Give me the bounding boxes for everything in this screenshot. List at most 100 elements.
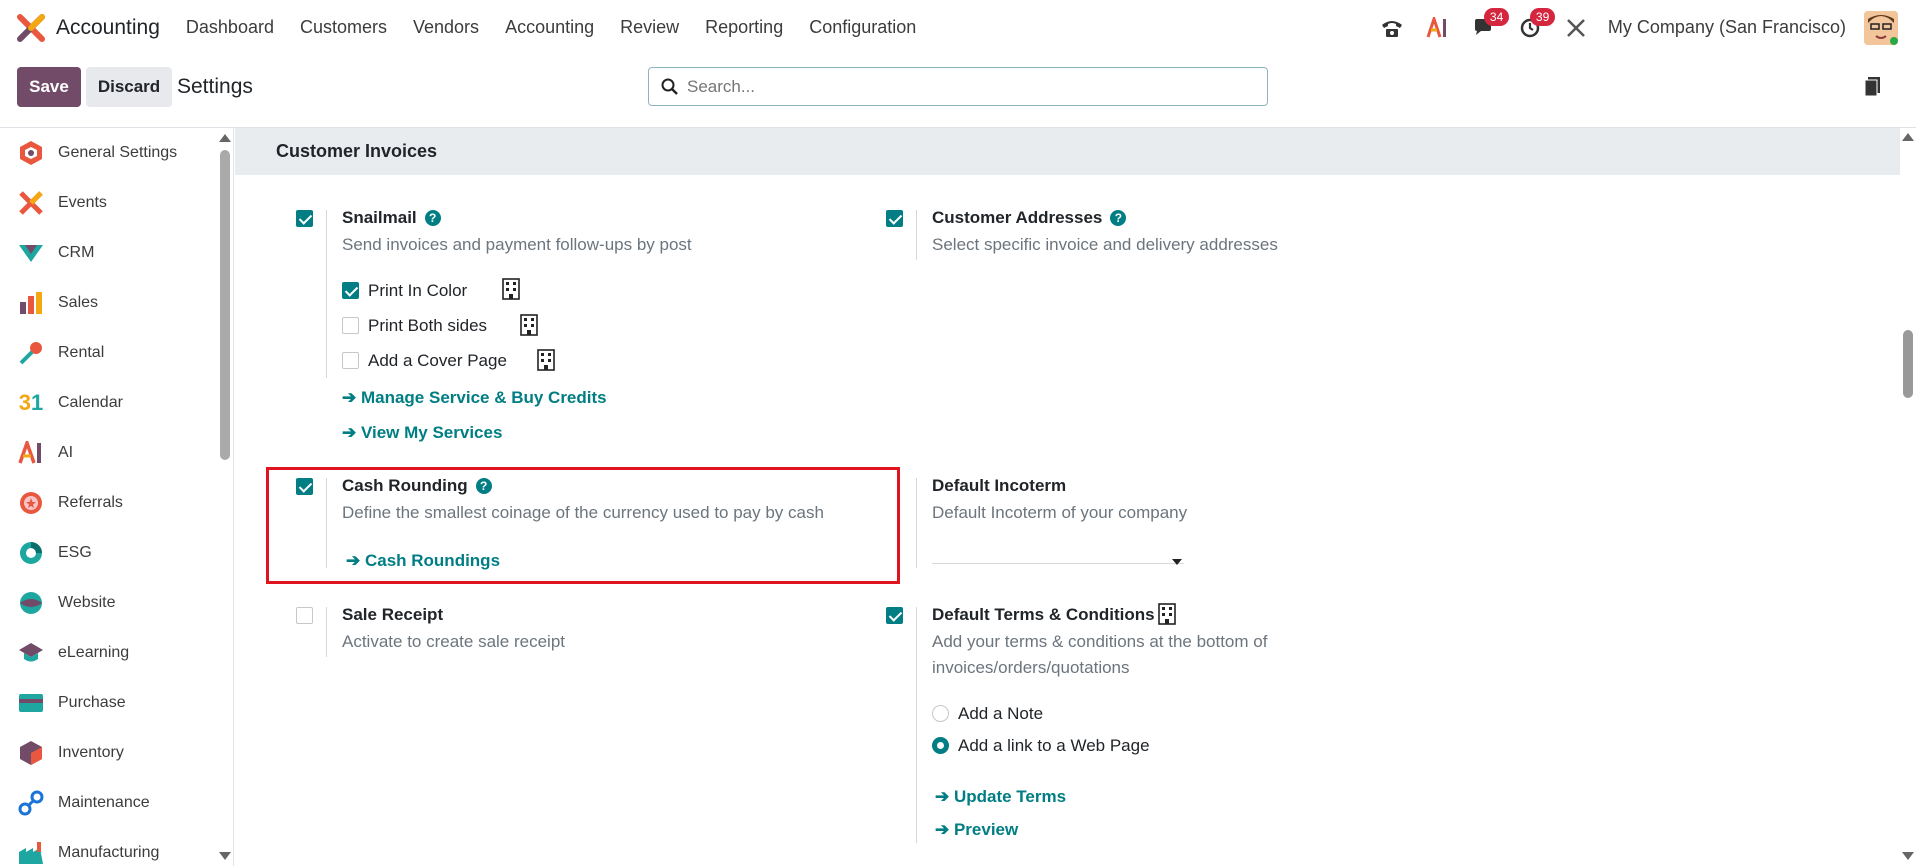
company-switcher[interactable]: My Company (San Francisco) [1608, 17, 1846, 38]
messages-badge: 34 [1483, 7, 1510, 26]
content-scroll-up[interactable] [1902, 133, 1914, 141]
add-web-page-link-label[interactable]: Add a link to a Web Page [958, 736, 1150, 756]
menu-dashboard[interactable]: Dashboard [186, 17, 274, 38]
events-icon [18, 190, 44, 216]
ai-icon [18, 440, 44, 466]
sale-receipt-title: Sale Receipt [342, 605, 444, 624]
app-name[interactable]: Accounting [56, 16, 160, 40]
inventory-icon [18, 740, 44, 766]
settings-content: Customer Invoices Snailmail? Send invoic… [235, 128, 1900, 866]
divider [916, 478, 917, 568]
phone-icon[interactable] [1378, 14, 1406, 42]
sidebar-item-label: Referrals [58, 494, 123, 511]
crm-icon [18, 240, 44, 266]
default-terms-title: Default Terms & Conditions [932, 605, 1155, 624]
ai-icon[interactable] [1424, 14, 1452, 42]
sidebar-item-maintenance[interactable]: Maintenance [0, 778, 233, 828]
help-icon[interactable]: ? [1110, 210, 1127, 226]
print-in-color-checkbox[interactable] [342, 282, 359, 299]
sidebar-item-inventory[interactable]: Inventory [0, 728, 233, 778]
help-icon[interactable]: ? [424, 210, 441, 226]
menu-accounting[interactable]: Accounting [505, 17, 594, 38]
save-button[interactable]: Save [17, 67, 81, 107]
default-incoterm-title: Default Incoterm [932, 476, 1067, 495]
sidebar-item-website[interactable]: Website [0, 578, 233, 628]
general-settings-icon [18, 140, 44, 166]
main-menu: Dashboard Customers Vendors Accounting R… [186, 17, 942, 38]
help-icon[interactable]: ? [475, 478, 492, 494]
sidebar-item-general-settings[interactable]: General Settings [0, 128, 233, 178]
systray: 34 39 My Company (San Francisco) [1360, 0, 1916, 55]
default-terms-checkbox[interactable] [886, 607, 903, 624]
print-both-sides-checkbox[interactable] [342, 317, 359, 334]
sale-receipt-checkbox[interactable] [296, 607, 313, 624]
sidebar-item-esg[interactable]: ESG [0, 528, 233, 578]
sidebar-scrollbar[interactable] [220, 150, 230, 460]
discard-button[interactable]: Discard [86, 67, 172, 107]
sidebar-item-sales[interactable]: Sales [0, 278, 233, 328]
search-input[interactable] [687, 76, 1247, 97]
divider [326, 607, 327, 657]
add-a-note-radio[interactable] [932, 705, 949, 722]
print-both-sides-label[interactable]: Print Both sides [368, 316, 487, 336]
bookmark-icon[interactable] [1864, 77, 1882, 102]
sale-receipt-description: Activate to create sale receipt [342, 632, 566, 651]
search-bar[interactable] [648, 67, 1268, 106]
preview-link[interactable]: ➔ Preview [935, 820, 1018, 840]
customer-addresses-title: Customer Addresses? [932, 208, 1127, 228]
sidebar-item-rental[interactable]: Rental [0, 328, 233, 378]
page-title: Settings [177, 75, 253, 98]
search-icon [661, 78, 679, 96]
add-cover-page-label[interactable]: Add a Cover Page [368, 351, 507, 371]
customer-addresses-checkbox[interactable] [886, 210, 903, 227]
content-scroll-down[interactable] [1902, 852, 1914, 860]
sidebar-item-crm[interactable]: CRM [0, 228, 233, 278]
snailmail-checkbox[interactable] [296, 210, 313, 227]
sidebar-item-purchase[interactable]: Purchase [0, 678, 233, 728]
menu-configuration[interactable]: Configuration [809, 17, 916, 38]
sidebar-item-manufacturing[interactable]: Manufacturing [0, 828, 233, 866]
menu-vendors[interactable]: Vendors [413, 17, 479, 38]
update-terms-link[interactable]: ➔ Update Terms [935, 787, 1066, 807]
incoterm-select[interactable] [932, 538, 1184, 564]
menu-customers[interactable]: Customers [300, 17, 387, 38]
messages-icon[interactable]: 34 [1470, 7, 1510, 42]
control-panel: Save Discard Settings [0, 55, 1916, 128]
cash-rounding-checkbox[interactable] [296, 478, 313, 495]
accounting-logo-icon[interactable] [16, 13, 46, 43]
view-my-services-link[interactable]: ➔ View My Services [342, 423, 502, 443]
sidebar-item-elearning[interactable]: eLearning [0, 628, 233, 678]
sidebar-item-label: Website [58, 594, 116, 611]
content-scrollbar[interactable] [1903, 330, 1913, 398]
activities-clock-icon[interactable]: 39 [1516, 7, 1556, 42]
default-terms-description-line2: invoices/orders/quotations [932, 658, 1130, 677]
settings-app-sidebar: General Settings Events CRM Sales Rental… [0, 128, 234, 866]
add-cover-page-checkbox[interactable] [342, 352, 359, 369]
sidebar-item-referrals[interactable]: Referrals [0, 478, 233, 528]
sales-icon [18, 290, 44, 316]
tools-icon[interactable] [1562, 14, 1590, 42]
chevron-down-icon[interactable] [1172, 559, 1182, 565]
add-a-note-label[interactable]: Add a Note [958, 704, 1043, 724]
sidebar-item-label: Rental [58, 344, 105, 361]
menu-review[interactable]: Review [620, 17, 679, 38]
manage-service-link[interactable]: ➔ Manage Service & Buy Credits [342, 388, 607, 408]
user-avatar[interactable] [1864, 10, 1898, 45]
sidebar-item-ai[interactable]: AI [0, 428, 233, 478]
sidebar-item-label: ESG [58, 544, 92, 561]
cash-rounding-title: Cash Rounding? [342, 476, 492, 496]
top-navbar: Accounting Dashboard Customers Vendors A… [0, 0, 1916, 55]
sidebar-item-calendar[interactable]: 31 Calendar [0, 378, 233, 428]
print-in-color-label[interactable]: Print In Color [368, 281, 467, 301]
sidebar-item-events[interactable]: Events [0, 178, 233, 228]
menu-reporting[interactable]: Reporting [705, 17, 783, 38]
cash-roundings-link[interactable]: ➔ Cash Roundings [346, 551, 500, 571]
sidebar-item-label: eLearning [58, 644, 130, 661]
sidebar-scroll-down[interactable] [219, 852, 231, 860]
sidebar-scroll-up[interactable] [219, 134, 231, 142]
activities-badge: 39 [1529, 7, 1556, 26]
rental-icon [18, 340, 44, 366]
divider [326, 478, 327, 568]
company-building-icon [520, 314, 538, 341]
add-web-page-link-radio[interactable] [932, 737, 949, 754]
